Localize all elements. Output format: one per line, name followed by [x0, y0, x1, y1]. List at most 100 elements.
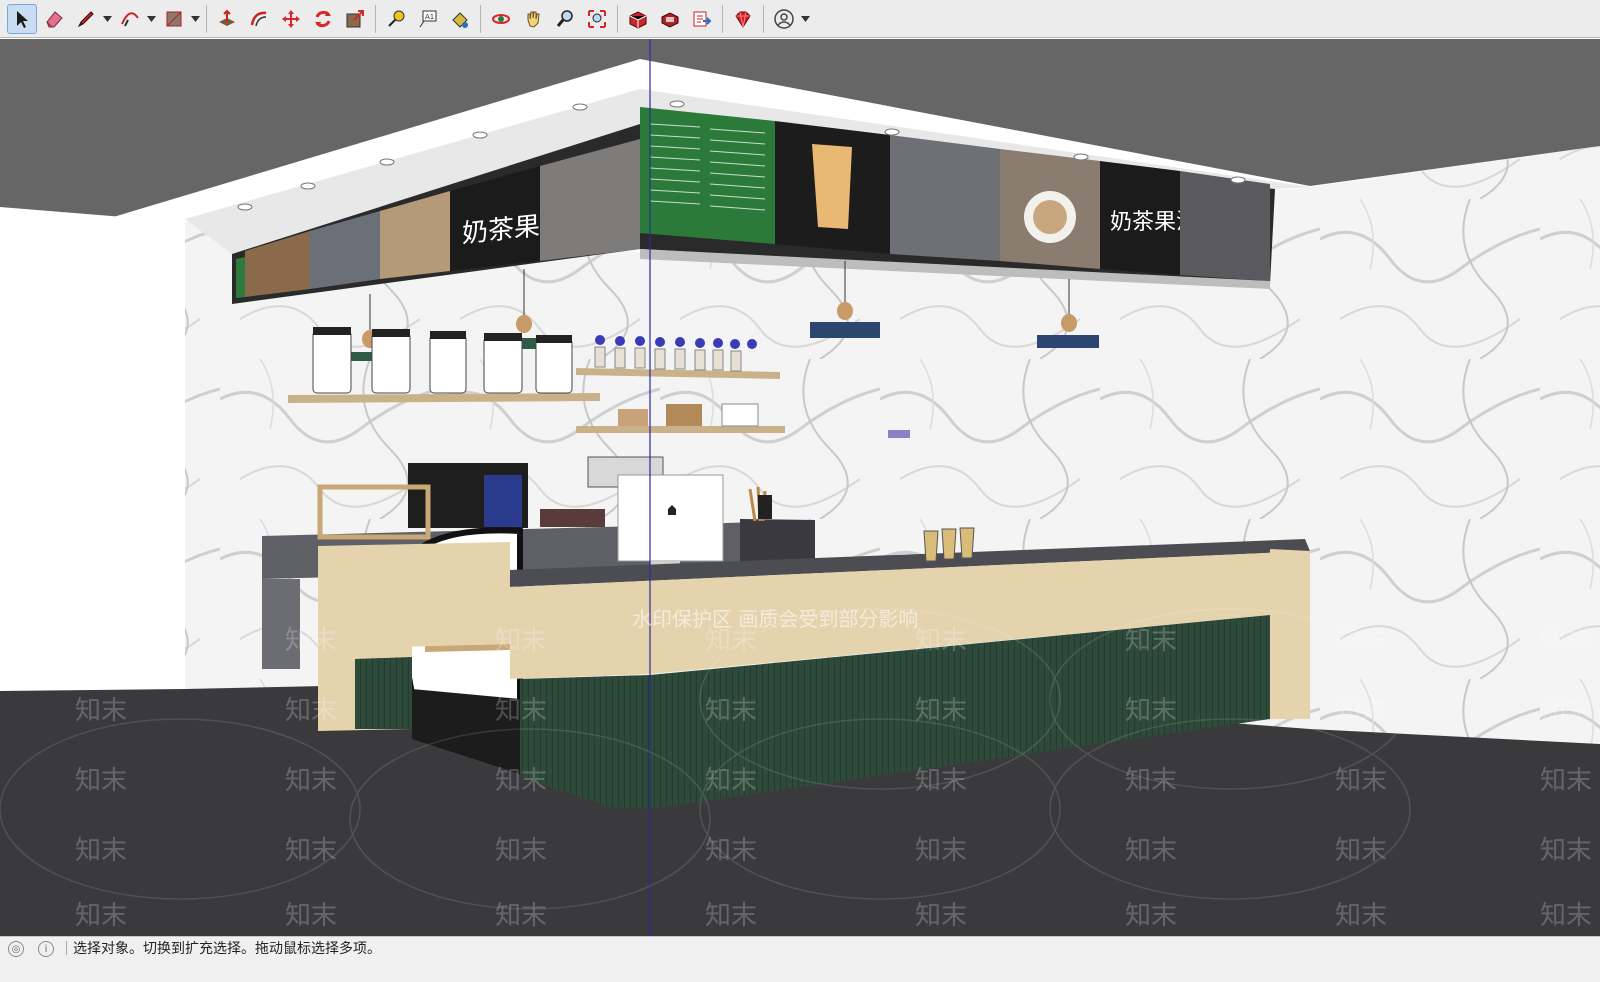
watermark-tile: 知末	[915, 901, 967, 931]
watermark-tile: 知末	[705, 626, 757, 656]
bottle	[758, 495, 772, 519]
pan-tool-button[interactable]	[518, 4, 548, 34]
watermark-tile: 知末	[705, 766, 757, 796]
scale-tool-button[interactable]	[340, 4, 370, 34]
watermark-tile: 知末	[1540, 836, 1592, 866]
chevron-down-icon	[102, 15, 112, 22]
watermark-tile: 知末	[1540, 696, 1592, 726]
model-viewport[interactable]: 奶茶果汁 奶茶果汁 水印保护区 画质会受到部分影响 知末 知末 知末 知末 知末…	[0, 39, 1600, 936]
sign-green-edge	[236, 257, 245, 298]
text-tool-button[interactable]: A1	[413, 4, 443, 34]
push-pull-tool-button[interactable]	[212, 4, 242, 34]
watermark-tile: 知末	[1125, 836, 1177, 866]
offset-icon	[250, 11, 267, 26]
watermark-tile: 知末	[915, 766, 967, 796]
watermark-tile: 知末	[1125, 696, 1177, 726]
shape-tool-menu-caret[interactable]	[190, 4, 200, 34]
orbit-icon	[492, 13, 510, 24]
watermark-tile: 知末	[1125, 901, 1177, 931]
push-pull-icon	[219, 9, 235, 26]
rectangle-icon	[166, 11, 182, 26]
line-tool-button[interactable]	[71, 4, 101, 34]
toolbar-separator	[206, 4, 207, 33]
geo-location-icon[interactable]: ◎	[8, 941, 24, 957]
watermark-tile: 知末	[1335, 766, 1387, 796]
status-separator	[66, 941, 67, 955]
arc-tool-menu-caret[interactable]	[146, 4, 156, 34]
zoom-extents-icon	[588, 9, 606, 28]
watermark-tile: 知末	[285, 696, 337, 726]
toolbar-separator	[722, 4, 723, 33]
watermark-tile: 知末	[915, 836, 967, 866]
account-menu-caret[interactable]	[800, 4, 810, 34]
chevron-down-icon	[146, 15, 156, 22]
toolbar-separator	[763, 4, 764, 33]
send-to-layout-button[interactable]	[687, 4, 717, 34]
tape-measure-tool-button[interactable]	[381, 4, 411, 34]
3d-warehouse-button[interactable]	[623, 4, 653, 34]
ice-bin	[575, 509, 605, 527]
rotate-tool-button[interactable]	[308, 4, 338, 34]
eraser-icon	[46, 10, 63, 27]
coffee	[1033, 200, 1067, 234]
offset-tool-button[interactable]	[244, 4, 274, 34]
watermark-tile: 知末	[705, 836, 757, 866]
toolbar-separator	[375, 4, 376, 33]
watermark-tile: 知末	[1335, 696, 1387, 726]
watermark-tile: 知末	[285, 766, 337, 796]
toolbar-separator	[480, 4, 481, 33]
shape-tool-button[interactable]	[159, 4, 189, 34]
watermark-tile: 知末	[705, 696, 757, 726]
move-tool-button[interactable]	[276, 4, 306, 34]
extension-icon	[661, 11, 679, 28]
scale-icon	[346, 9, 364, 27]
counter-green-left	[355, 657, 412, 729]
extension-warehouse-button[interactable]	[655, 4, 685, 34]
eraser-tool-button[interactable]	[39, 4, 69, 34]
watermark-tile: 知末	[75, 766, 127, 796]
wall-sign	[888, 430, 910, 438]
watermark-tile: 知末	[495, 626, 547, 656]
fridge-unit	[740, 519, 815, 563]
orbit-tool-button[interactable]	[486, 4, 516, 34]
chevron-down-icon	[190, 15, 200, 22]
watermark-banner: 水印保护区 画质会受到部分影响	[632, 607, 918, 631]
shelf-lower	[576, 426, 785, 433]
zoom-extents-tool-button[interactable]	[582, 4, 612, 34]
arc-tool-button[interactable]	[115, 4, 145, 34]
watermark-tile: 知末	[915, 626, 967, 656]
watermark-tile: 知末	[1335, 836, 1387, 866]
paint-bucket-tool-button[interactable]	[445, 4, 475, 34]
ice-bin	[540, 509, 580, 527]
arc-icon	[121, 11, 139, 26]
watermark-tile: 知末	[75, 901, 127, 931]
text-icon: A1	[419, 10, 437, 27]
ruby-gem-icon	[735, 11, 751, 28]
line-tool-menu-caret[interactable]	[102, 4, 112, 34]
status-message: 选择对象。切换到扩充选择。拖动鼠标选择多项。	[73, 941, 381, 957]
status-bar: ◎ i 选择对象。切换到扩充选择。拖动鼠标选择多项。	[0, 936, 1600, 982]
hand-icon	[527, 11, 540, 28]
account-button[interactable]	[769, 4, 799, 34]
watermark-tile: 知末	[495, 766, 547, 796]
warehouse-icon	[629, 10, 647, 29]
watermark-tile: 知末	[705, 901, 757, 931]
move-icon	[282, 9, 300, 28]
takeaway-cups	[923, 527, 975, 562]
zoom-tool-button[interactable]	[550, 4, 580, 34]
zoom-icon	[556, 9, 573, 27]
rotate-icon	[315, 10, 331, 27]
info-icon[interactable]: i	[38, 941, 54, 957]
watermark-tile: 知末	[1125, 626, 1177, 656]
extension-manager-button[interactable]	[728, 4, 758, 34]
watermark-tile: 知末	[495, 901, 547, 931]
watermark-tile: 知末	[1125, 766, 1177, 796]
pencil-icon	[77, 10, 94, 27]
arrow-cursor-icon	[17, 10, 28, 28]
drink-cup	[812, 144, 852, 229]
left-wall	[0, 207, 185, 691]
sign-photo	[890, 135, 1000, 261]
watermark-tile: 知末	[75, 836, 127, 866]
watermark-tile: 知末	[1335, 901, 1387, 931]
select-tool-button[interactable]	[7, 3, 37, 34]
